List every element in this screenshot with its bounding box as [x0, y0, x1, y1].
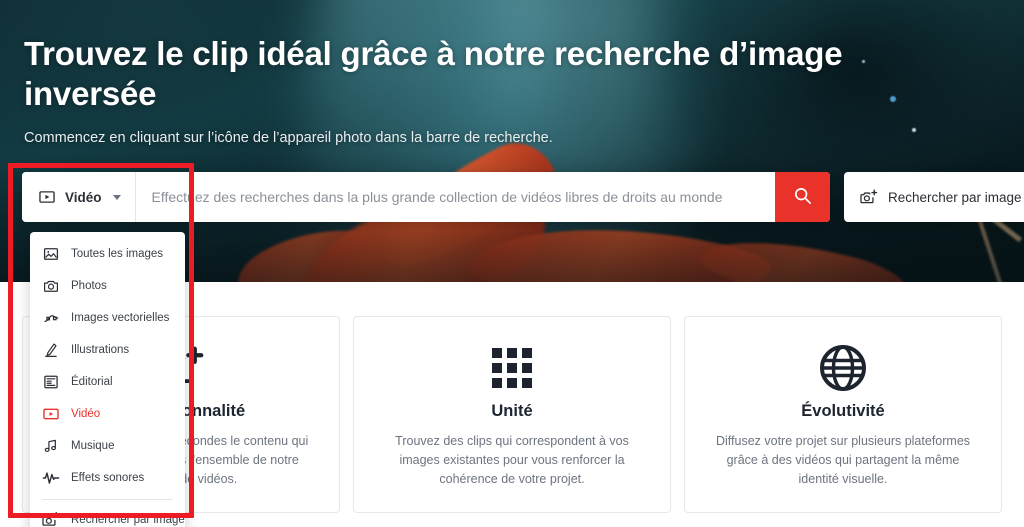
dropdown-item-all-images[interactable]: Toutes les images: [30, 238, 185, 270]
search-bar-area: Vidéo Effectuez des recherches dans la p…: [22, 172, 1024, 222]
camera-plus-icon: [42, 511, 60, 527]
globe-icon: [819, 343, 867, 393]
search-submit-button[interactable]: [775, 172, 830, 222]
page-subtitle: Commencez en cliquant sur l’icône de l’a…: [24, 130, 553, 146]
dropdown-item-illustrations[interactable]: Illustrations: [30, 334, 185, 366]
feature-card-text: Trouvez des clips qui correspondent à vo…: [395, 434, 629, 486]
chevron-down-icon: [112, 194, 121, 200]
search-by-image-label: Rechercher par image: [888, 189, 1022, 205]
search-input[interactable]: [135, 172, 775, 222]
dropdown-item-label: Effets sonores: [71, 472, 145, 484]
hero-content: Trouvez le clip idéal grâce à notre rech…: [24, 34, 924, 146]
dropdown-separator: [42, 499, 173, 500]
camera-plus-icon: [860, 188, 878, 206]
search-type-selector[interactable]: Vidéo: [22, 172, 136, 222]
music-note-icon: [42, 437, 60, 455]
grid-icon: [490, 343, 534, 393]
dropdown-item-label: Éditorial: [71, 376, 113, 388]
vector-curve-icon: [42, 309, 60, 327]
dropdown-item-photos[interactable]: Photos: [30, 270, 185, 302]
dropdown-item-music[interactable]: Musique: [30, 430, 185, 462]
feature-card-title: Évolutivité: [801, 402, 885, 420]
dropdown-item-label: Musique: [71, 440, 115, 452]
pencil-icon: [42, 341, 60, 359]
page-root: Trouvez le clip idéal grâce à notre rech…: [0, 0, 1024, 527]
document-icon: [42, 373, 60, 391]
feature-card-text: Diffusez votre projet sur plusieurs plat…: [715, 434, 971, 486]
search-by-image-button[interactable]: Rechercher par image: [844, 172, 1024, 222]
feature-card-title: Unité: [491, 402, 533, 420]
search-bar: Vidéo: [22, 172, 830, 222]
dropdown-item-editorial[interactable]: Éditorial: [30, 366, 185, 398]
video-icon: [38, 188, 56, 206]
image-icon: [42, 245, 60, 263]
dropdown-item-label: Toutes les images: [71, 248, 164, 260]
search-type-label: Vidéo: [65, 189, 102, 205]
dropdown-item-sound-effects[interactable]: Effets sonores: [30, 462, 185, 494]
dropdown-item-label: Vidéo: [71, 408, 101, 420]
video-icon: [42, 405, 60, 423]
dropdown-item-label: Images vectorielles: [71, 312, 170, 324]
dropdown-item-video[interactable]: Vidéo: [30, 398, 185, 430]
dropdown-item-search-by-image[interactable]: Rechercher par image: [30, 504, 185, 527]
search-type-dropdown-menu: Toutes les images Photos Images vectorie…: [30, 232, 185, 527]
waveform-icon: [42, 469, 60, 487]
feature-card-evolutivite: Évolutivité Diffusez votre projet sur pl…: [684, 316, 1002, 513]
dropdown-item-label: Rechercher par image: [71, 514, 185, 526]
dropdown-item-vectors[interactable]: Images vectorielles: [30, 302, 185, 334]
camera-icon: [42, 277, 60, 295]
feature-card-unite: Unité Trouvez des clips qui corresponden…: [353, 316, 671, 513]
page-title: Trouvez le clip idéal grâce à notre rech…: [24, 35, 843, 112]
dropdown-item-label: Illustrations: [71, 344, 130, 356]
dropdown-item-label: Photos: [71, 280, 107, 292]
search-icon: [793, 186, 812, 208]
